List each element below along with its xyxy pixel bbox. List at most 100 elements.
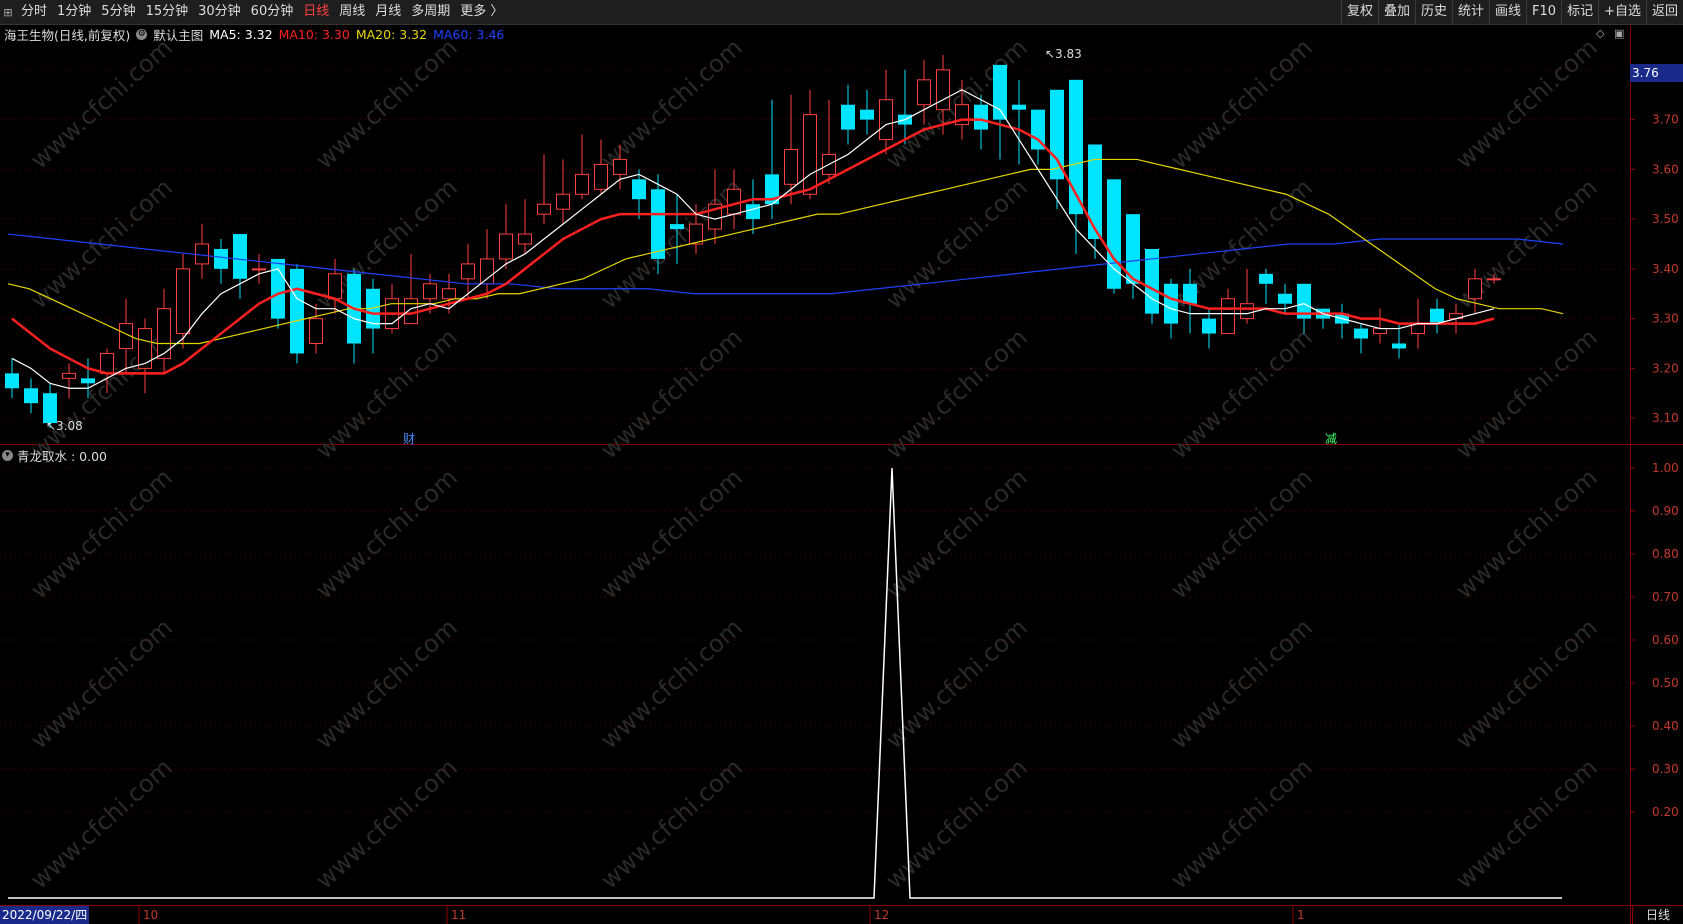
candle-down	[1088, 144, 1102, 240]
watermark: www.cfchi.com	[310, 753, 462, 894]
indicator-tick: 0.70	[1652, 590, 1679, 604]
price-tick: 3.60	[1652, 162, 1679, 176]
candle-down	[1278, 293, 1292, 304]
candle-down	[5, 373, 19, 389]
candle-up	[195, 243, 209, 265]
watermark: www.cfchi.com	[1165, 613, 1317, 754]
date-mark-nov: 11	[451, 908, 467, 922]
watermark: www.cfchi.com	[595, 753, 747, 894]
indicator-tick: 0.40	[1652, 719, 1679, 733]
candle-down	[841, 104, 855, 130]
watermark: www.cfchi.com	[1450, 323, 1602, 464]
watermark: www.cfchi.com	[880, 463, 1032, 604]
event-marker-reduce[interactable]: 减	[1325, 430, 1337, 447]
candle-down	[24, 388, 38, 404]
candle-down	[860, 109, 874, 120]
candle-up	[594, 163, 608, 190]
indicator-name: 青龙取水 : 0.00	[17, 449, 107, 464]
event-marker-finance[interactable]: 财	[403, 430, 415, 447]
candle-up	[556, 193, 570, 210]
indicator-tick: 0.90	[1652, 504, 1679, 518]
candle-up	[917, 79, 931, 106]
candle-down	[1012, 104, 1026, 110]
candle-up	[138, 328, 152, 369]
indicator-tick: 0.50	[1652, 676, 1679, 690]
period-indicator[interactable]: 日线	[1632, 906, 1683, 924]
candle-down	[233, 234, 247, 279]
watermark: www.cfchi.com	[310, 463, 462, 604]
candle-up	[1373, 328, 1387, 335]
candle-down	[651, 189, 665, 259]
price-tick: 3.30	[1652, 312, 1679, 326]
indicator-settings-icon[interactable]: ▾	[2, 450, 13, 461]
indicator-tick: 0.80	[1652, 547, 1679, 561]
candle-down	[1164, 283, 1178, 324]
price-tick: 3.50	[1652, 212, 1679, 226]
candle-up	[404, 298, 418, 325]
indicator-title: ▾ 青龙取水 : 0.00	[2, 446, 107, 465]
candle-down	[1259, 273, 1273, 284]
candle-up	[423, 283, 437, 300]
indicator-tick: 1.00	[1652, 461, 1679, 475]
candle-up	[727, 188, 741, 215]
candle-down	[632, 179, 646, 200]
price-tick: 3.40	[1652, 262, 1679, 276]
candle-up	[499, 233, 513, 260]
date-mark-jan: 1	[1297, 908, 1305, 922]
candle-up	[936, 69, 950, 111]
price-tick: 3.70	[1652, 113, 1679, 127]
watermark: www.cfchi.com	[25, 613, 177, 754]
watermark: www.cfchi.com	[1450, 753, 1602, 894]
candle-up	[480, 258, 494, 285]
candle-up	[1468, 278, 1482, 300]
candle-up	[613, 158, 627, 175]
watermark: www.cfchi.com	[1165, 323, 1317, 464]
candle-down	[290, 268, 304, 354]
watermark: www.cfchi.com	[880, 323, 1032, 464]
candle-up	[176, 268, 190, 335]
candle-up	[879, 99, 893, 141]
kline-chart[interactable]: www.cfchi.comwww.cfchi.comwww.cfchi.comw…	[0, 0, 1683, 924]
candle-up	[518, 233, 532, 245]
watermark: www.cfchi.com	[1165, 33, 1317, 174]
price-tick: 3.20	[1652, 361, 1679, 375]
date-axis: 2022/09/22/四 10 11 12 1	[0, 906, 1683, 924]
date-mark-oct: 10	[143, 908, 159, 922]
watermark: www.cfchi.com	[1165, 463, 1317, 604]
candle-down	[1430, 308, 1444, 324]
indicator-tick: 0.60	[1652, 633, 1679, 647]
candle-down	[670, 224, 684, 230]
candle-down	[746, 204, 760, 220]
candle-up	[537, 203, 551, 215]
candle-up	[62, 372, 76, 379]
watermark: www.cfchi.com	[25, 463, 177, 604]
watermark: www.cfchi.com	[1450, 613, 1602, 754]
candle-up	[803, 114, 817, 195]
candle-down	[1183, 283, 1197, 304]
watermark: www.cfchi.com	[310, 323, 462, 464]
candle-up	[575, 173, 589, 195]
candle-up	[100, 352, 114, 374]
watermark: www.cfchi.com	[25, 33, 177, 174]
indicator-tick: 0.30	[1652, 762, 1679, 776]
price-tick: 3.10	[1652, 411, 1679, 425]
watermark: www.cfchi.com	[1450, 463, 1602, 604]
date-start: 2022/09/22/四	[0, 906, 90, 924]
candle-down	[81, 378, 95, 384]
candle-up	[1240, 303, 1254, 320]
current-price-tag: 3.76	[1630, 64, 1683, 82]
candle-down	[271, 258, 285, 319]
candle-down	[1202, 318, 1216, 334]
candle-down	[974, 104, 988, 130]
candle-down	[1354, 328, 1368, 339]
watermark: www.cfchi.com	[880, 33, 1032, 174]
candle-up	[328, 273, 342, 300]
watermark: www.cfchi.com	[880, 753, 1032, 894]
candle-down	[993, 64, 1007, 120]
indicator-tick: 0.20	[1652, 805, 1679, 819]
low-label: ↖3.08	[46, 419, 83, 433]
candle-up	[442, 288, 456, 300]
watermark: www.cfchi.com	[595, 613, 747, 754]
candle-up	[252, 268, 266, 271]
watermark: www.cfchi.com	[1450, 33, 1602, 174]
